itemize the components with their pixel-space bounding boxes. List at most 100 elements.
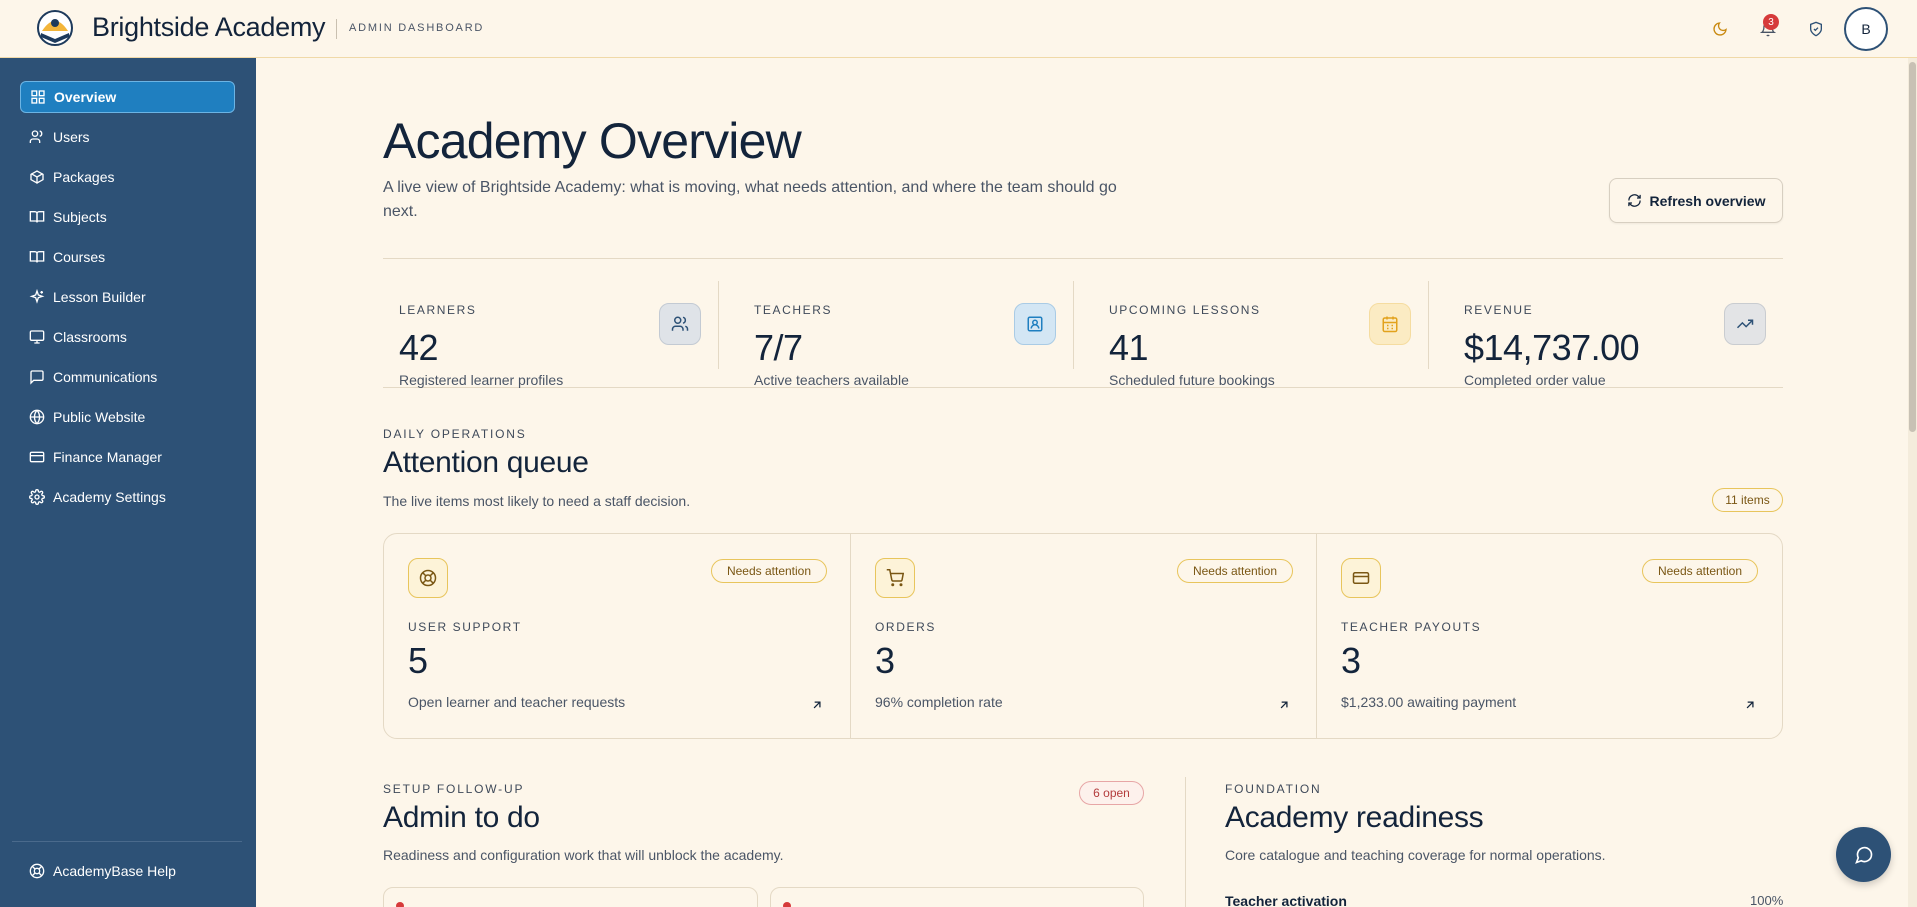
moon-icon	[1713, 22, 1727, 36]
wallet-icon	[29, 451, 45, 463]
stat-revenue[interactable]: REVENUE $14,737.00 Completed order value	[1448, 281, 1803, 388]
user-avatar[interactable]: B	[1844, 7, 1888, 51]
stat-desc: Registered learner profiles	[399, 372, 564, 388]
message-icon	[30, 370, 44, 385]
sidebar-item-label: Overview	[54, 89, 117, 105]
queue-label: TEACHER PAYOUTS	[1341, 620, 1482, 634]
lifebuoy-icon	[408, 558, 448, 598]
stat-label: UPCOMING LESSONS	[1109, 303, 1261, 317]
status-badge: Needs attention	[711, 559, 827, 583]
readiness-eyebrow: FOUNDATION	[1225, 782, 1322, 796]
queue-card-orders[interactable]: Needs attention ORDERS 3 96% completion …	[851, 534, 1317, 738]
stat-desc: Completed order value	[1464, 372, 1606, 388]
admin-todo-description: Readiness and configuration work that wi…	[383, 847, 784, 863]
queue-card-teacher-payouts[interactable]: Needs attention TEACHER PAYOUTS 3 $1,233…	[1317, 534, 1783, 738]
gear-icon	[29, 489, 45, 505]
stat-desc: Scheduled future bookings	[1109, 372, 1275, 388]
notification-count-badge: 3	[1763, 14, 1779, 30]
stat-divider	[1428, 281, 1429, 369]
stat-value: 7/7	[754, 327, 803, 368]
monitor-icon	[29, 330, 45, 344]
security-button[interactable]	[1804, 17, 1828, 41]
sidebar-item-subjects[interactable]: Subjects	[20, 201, 235, 233]
queue-value: 3	[875, 640, 896, 681]
cart-icon	[875, 558, 915, 598]
users-icon	[29, 130, 43, 143]
sidebar-item-public-website[interactable]: Public Website	[20, 401, 235, 433]
attention-description: The live items most likely to need a sta…	[383, 493, 691, 509]
attention-count-badge: 11 items	[1712, 488, 1783, 512]
sidebar-help-link[interactable]: AcademyBase Help	[20, 855, 235, 887]
arrow-up-right-icon[interactable]	[1277, 698, 1291, 712]
users-icon	[659, 303, 701, 345]
sidebar-item-label: Packages	[53, 169, 115, 185]
page-description: A live view of Brightside Academy: what …	[383, 179, 1117, 220]
globe-icon	[29, 409, 45, 425]
calendar-icon	[1369, 303, 1411, 345]
sidebar-item-users[interactable]: Users	[20, 121, 235, 153]
sidebar-item-lesson-builder[interactable]: Lesson Builder	[20, 281, 235, 313]
queue-card-user-support[interactable]: Needs attention USER SUPPORT 5 Open lear…	[384, 534, 850, 738]
stat-upcoming-lessons[interactable]: UPCOMING LESSONS 41 Scheduled future boo…	[1093, 281, 1448, 388]
lifebuoy-icon	[29, 863, 45, 879]
attention-eyebrow: DAILY OPERATIONS	[383, 427, 527, 441]
status-badge: Needs attention	[1177, 559, 1293, 583]
sidebar-divider	[12, 841, 242, 842]
todo-card[interactable]	[383, 887, 758, 907]
page-title: Academy Overview	[383, 113, 802, 169]
sidebar-item-label: AcademyBase Help	[53, 863, 176, 879]
readiness-description: Core catalogue and teaching coverage for…	[1225, 847, 1606, 863]
book-open-icon	[29, 251, 45, 263]
admin-todo-title: Admin to do	[383, 801, 540, 834]
brand-subtitle: ADMIN DASHBOARD	[349, 22, 485, 34]
stat-teachers[interactable]: TEACHERS 7/7 Active teachers available	[738, 281, 1093, 388]
arrow-up-right-icon[interactable]	[1743, 698, 1757, 712]
status-dot	[396, 902, 404, 907]
book-icon	[29, 211, 45, 223]
stat-value: 42	[399, 327, 439, 368]
sidebar-item-overview[interactable]: Overview	[20, 81, 235, 113]
sidebar-item-label: Users	[53, 129, 90, 145]
readiness-title: Academy readiness	[1225, 801, 1484, 834]
readiness-metric-value: 100%	[1750, 893, 1784, 907]
sidebar-item-classrooms[interactable]: Classrooms	[20, 321, 235, 353]
trending-up-icon	[1724, 303, 1766, 345]
readiness-metric-label: Teacher activation	[1225, 893, 1347, 907]
sidebar-item-courses[interactable]: Courses	[20, 241, 235, 273]
credit-card-icon	[1341, 558, 1381, 598]
sidebar-item-label: Academy Settings	[53, 489, 166, 505]
refresh-icon	[1627, 194, 1641, 207]
admin-todo-eyebrow: SETUP FOLLOW-UP	[383, 782, 525, 796]
stat-divider	[1073, 281, 1074, 369]
stat-learners[interactable]: LEARNERS 42 Registered learner profiles	[383, 281, 738, 388]
sidebar-item-academy-settings[interactable]: Academy Settings	[20, 481, 235, 513]
stat-desc: Active teachers available	[754, 372, 909, 388]
dark-mode-toggle[interactable]	[1708, 17, 1732, 41]
queue-value: 5	[408, 640, 429, 681]
queue-desc: 96% completion rate	[875, 694, 1003, 710]
sidebar-item-label: Lesson Builder	[53, 289, 146, 305]
sidebar-item-packages[interactable]: Packages	[20, 161, 235, 193]
sidebar-item-label: Subjects	[53, 209, 107, 225]
academy-logo[interactable]	[36, 9, 74, 47]
todo-card[interactable]	[770, 887, 1144, 907]
sidebar-item-finance-manager[interactable]: Finance Manager	[20, 441, 235, 473]
chat-bubble-icon	[1854, 846, 1872, 864]
admin-todo-count-badge: 6 open	[1079, 781, 1144, 805]
refresh-overview-button[interactable]: Refresh overview	[1609, 178, 1783, 223]
attention-queue: Needs attention USER SUPPORT 5 Open lear…	[383, 533, 1783, 739]
queue-value: 3	[1341, 640, 1362, 681]
chat-button[interactable]	[1836, 827, 1891, 882]
stats-strip: LEARNERS 42 Registered learner profiles …	[383, 258, 1783, 388]
queue-desc: $1,233.00 awaiting payment	[1341, 694, 1517, 710]
sidebar-item-communications[interactable]: Communications	[20, 361, 235, 393]
scrollbar-thumb[interactable]	[1909, 62, 1916, 432]
brand-name[interactable]: Brightside Academy	[92, 12, 326, 43]
section-divider	[1185, 777, 1186, 907]
stat-value: 41	[1109, 327, 1149, 368]
arrow-up-right-icon[interactable]	[810, 698, 824, 712]
package-icon	[30, 170, 44, 184]
stat-divider	[718, 281, 719, 369]
attention-title: Attention queue	[383, 446, 589, 479]
queue-label: USER SUPPORT	[408, 620, 522, 634]
